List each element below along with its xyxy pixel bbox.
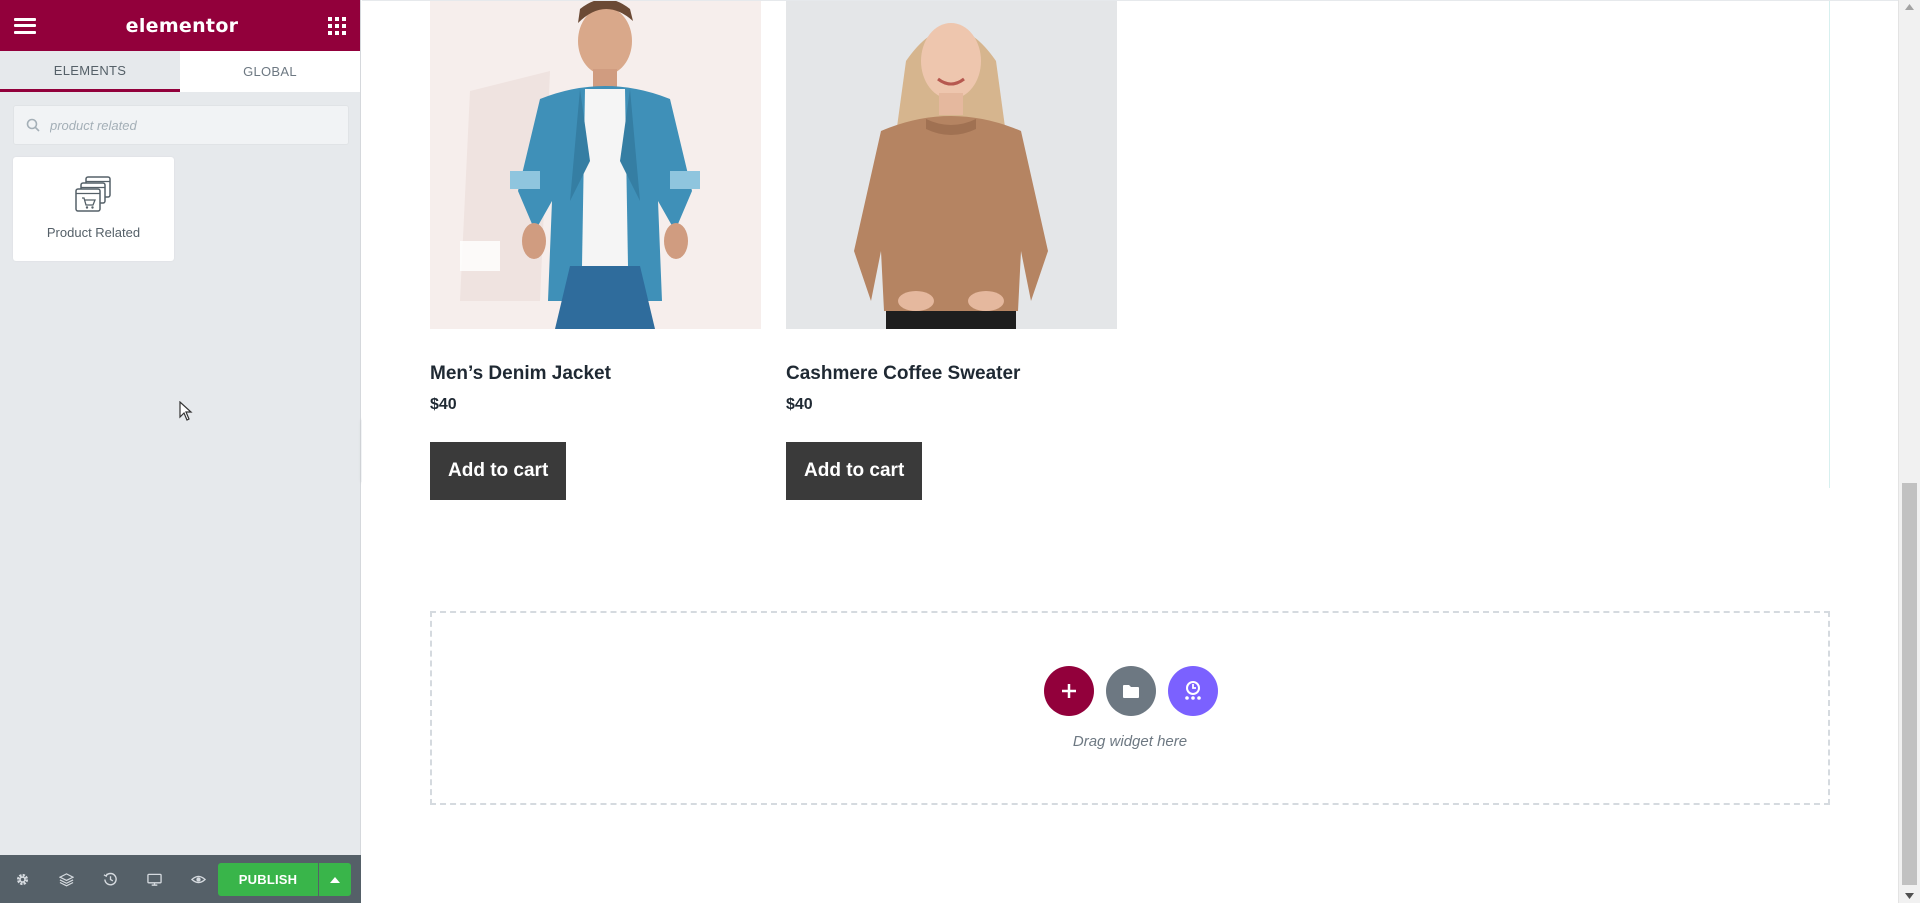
add-section-button[interactable] <box>1044 666 1094 716</box>
publish-button[interactable]: PUBLISH <box>218 863 318 896</box>
template-library-icon <box>1123 684 1139 698</box>
preview-icon[interactable] <box>176 855 220 903</box>
search-icon <box>26 118 40 132</box>
mouse-cursor-icon <box>179 401 193 421</box>
product-image[interactable] <box>786 1 1117 329</box>
product-card: Cashmere Coffee Sweater $40 Add to cart <box>786 1 1117 500</box>
widget-product-related[interactable]: Product Related <box>13 157 174 261</box>
history-icon[interactable] <box>88 855 132 903</box>
drag-widget-hint: Drag widget here <box>1072 733 1188 750</box>
widget-label: Product Related <box>46 225 141 240</box>
product-title[interactable]: Cashmere Coffee Sweater <box>786 363 1020 385</box>
editor-panel: elementor ELEMENTS GLOBAL Product Relate… <box>0 0 361 903</box>
product-price: $40 <box>786 396 813 413</box>
menu-icon[interactable] <box>14 17 36 34</box>
responsive-mode-icon[interactable] <box>132 855 176 903</box>
product-card: Men’s Denim Jacket $40 Add to cart <box>430 1 761 500</box>
add-section-icon <box>1062 684 1076 698</box>
preview-canvas: Men’s Denim Jacket $40 Add to cart Cashm… <box>362 0 1898 903</box>
search-input[interactable] <box>50 117 330 133</box>
search-box <box>13 105 349 145</box>
vertical-scrollbar[interactable] <box>1898 0 1920 903</box>
scroll-down-icon[interactable] <box>1905 893 1914 899</box>
add-to-cart-button[interactable]: Add to cart <box>430 442 567 500</box>
panel-tabs: ELEMENTS GLOBAL <box>0 51 360 92</box>
settings-icon[interactable] <box>0 855 44 903</box>
add-to-cart-button[interactable]: Add to cart <box>786 442 923 500</box>
product-related-icon <box>74 176 111 212</box>
tab-global[interactable]: GLOBAL <box>180 51 360 92</box>
template-library-button[interactable] <box>1106 666 1156 716</box>
elementor-logo: elementor <box>125 14 239 37</box>
ai-icon <box>1185 681 1201 700</box>
publish-options-button[interactable] <box>319 863 351 896</box>
ai-button[interactable] <box>1168 666 1218 716</box>
navigator-icon[interactable] <box>44 855 88 903</box>
scroll-up-icon[interactable] <box>1905 4 1914 10</box>
panel-header: elementor <box>0 0 360 51</box>
product-price: $40 <box>430 396 457 413</box>
product-image[interactable] <box>430 1 761 329</box>
add-section-dropzone[interactable]: Drag widget here <box>430 611 1830 805</box>
panel-footer: PUBLISH <box>0 855 361 903</box>
widgets-grid-icon[interactable] <box>327 16 346 35</box>
scrollbar-thumb[interactable] <box>1902 483 1917 885</box>
product-title[interactable]: Men’s Denim Jacket <box>430 363 611 385</box>
tab-elements[interactable]: ELEMENTS <box>0 51 180 92</box>
section-guide-line <box>1829 1 1830 488</box>
caret-up-icon <box>330 876 340 883</box>
